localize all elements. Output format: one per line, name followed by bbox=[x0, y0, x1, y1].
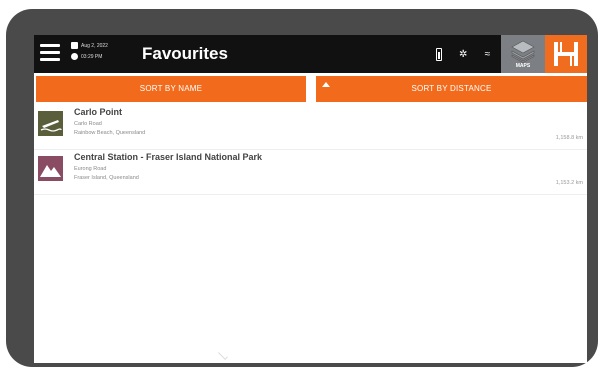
favourite-road: Eurong Road bbox=[74, 166, 107, 172]
mountain-icon bbox=[38, 156, 63, 181]
tablet-frame: Aug 2, 2022 03:29 PM Favourites ✲ ≈ MAPS bbox=[6, 9, 598, 367]
favourite-road: Carlo Road bbox=[74, 121, 102, 127]
gps-satellite-icon: ✲ bbox=[459, 48, 468, 60]
status-area: ✲ ≈ bbox=[427, 37, 499, 71]
time-text: 03:29 PM bbox=[81, 54, 103, 60]
sort-ascending-icon bbox=[322, 82, 330, 87]
favourite-name: Central Station - Fraser Island National… bbox=[74, 152, 263, 162]
sort-bar: SORT BY NAME SORT BY DISTANCE bbox=[34, 76, 587, 102]
page-title: Favourites bbox=[142, 44, 228, 63]
favourite-distance: 1,158.8 km bbox=[555, 135, 583, 141]
layers-icon bbox=[511, 40, 535, 63]
boat-ramp-icon bbox=[38, 111, 63, 136]
wifi-icon: ≈ bbox=[484, 48, 491, 60]
favourite-locality: Rainbow Beach, Queensland bbox=[74, 130, 146, 136]
maps-button[interactable]: MAPS bbox=[501, 35, 545, 73]
scroll-chevron-icon bbox=[218, 350, 228, 360]
date-time: Aug 2, 2022 03:29 PM bbox=[71, 41, 108, 63]
favourite-locality: Fraser Island, Queensland bbox=[74, 175, 139, 181]
hema-logo-button[interactable] bbox=[545, 35, 587, 73]
top-bar: Aug 2, 2022 03:29 PM Favourites ✲ ≈ MAPS bbox=[34, 35, 587, 73]
app-screen: Aug 2, 2022 03:29 PM Favourites ✲ ≈ MAPS bbox=[34, 35, 587, 363]
favourites-list: Carlo Point Carlo Road Rainbow Beach, Qu… bbox=[34, 105, 587, 195]
maps-label: MAPS bbox=[515, 63, 531, 69]
hema-logo-icon bbox=[554, 42, 578, 66]
battery-icon bbox=[435, 47, 442, 61]
sort-by-name-button[interactable]: SORT BY NAME bbox=[36, 76, 306, 102]
calendar-icon bbox=[71, 42, 78, 50]
favourite-distance: 1,153.2 km bbox=[555, 180, 583, 186]
list-item[interactable]: Carlo Point Carlo Road Rainbow Beach, Qu… bbox=[34, 105, 587, 150]
favourite-name: Carlo Point bbox=[74, 107, 123, 117]
clock-icon bbox=[71, 53, 78, 61]
date-text: Aug 2, 2022 bbox=[81, 43, 108, 49]
hamburger-menu-icon[interactable] bbox=[40, 44, 60, 62]
list-item[interactable]: Central Station - Fraser Island National… bbox=[34, 150, 587, 195]
sort-by-distance-button[interactable]: SORT BY DISTANCE bbox=[316, 76, 587, 102]
sort-by-distance-label: SORT BY DISTANCE bbox=[411, 84, 492, 93]
